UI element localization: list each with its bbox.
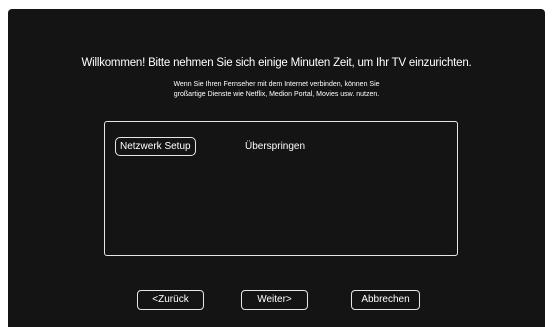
setup-options-panel: Netzwerk Setup Überspringen bbox=[104, 121, 458, 256]
network-setup-option[interactable]: Netzwerk Setup bbox=[115, 137, 196, 156]
setup-description: Wenn Sie Ihren Fernseher mit dem Interne… bbox=[8, 80, 545, 100]
description-line-2: großartige Dienste wie Netflix, Medion P… bbox=[173, 91, 380, 98]
back-button[interactable]: <Zurück bbox=[137, 290, 204, 310]
description-line-1: Wenn Sie Ihren Fernseher mit dem Interne… bbox=[173, 81, 380, 88]
cancel-button[interactable]: Abbrechen bbox=[351, 290, 420, 310]
skip-option[interactable]: Überspringen bbox=[245, 141, 305, 152]
next-button[interactable]: Weiter> bbox=[241, 290, 308, 310]
tv-setup-screen: Willkommen! Bitte nehmen Sie sich einige… bbox=[8, 9, 545, 327]
welcome-heading: Willkommen! Bitte nehmen Sie sich einige… bbox=[81, 57, 472, 69]
